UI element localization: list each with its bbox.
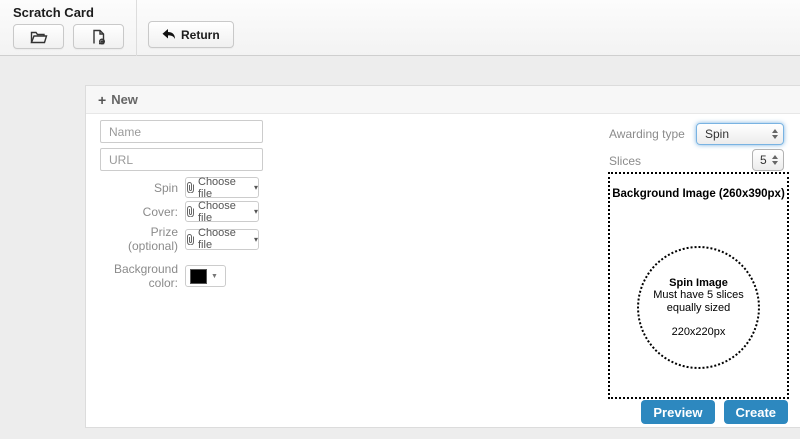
new-scratch-card-panel: + New Spin Choose file ▾: [85, 85, 800, 428]
paperclip-icon: [186, 206, 195, 217]
background-image-title: Background Image (260x390px): [610, 188, 787, 200]
action-buttons: Preview Create: [641, 400, 788, 424]
choose-file-label: Choose file: [198, 227, 251, 251]
preview-button[interactable]: Preview: [641, 400, 714, 424]
chevron-down-icon: ▾: [254, 183, 258, 192]
page-title: Scratch Card: [13, 5, 94, 20]
return-button-label: Return: [181, 28, 220, 42]
new-file-icon: [91, 29, 107, 45]
cover-choose-file-button[interactable]: Choose file ▾: [185, 201, 259, 222]
color-swatch: [190, 269, 207, 284]
select-stepper-icon: [772, 129, 778, 139]
slices-select[interactable]: 5: [752, 149, 784, 171]
background-color-label: Background color:: [100, 262, 185, 290]
chevron-down-icon: ▼: [211, 273, 218, 280]
toolbar: Scratch Card Return: [0, 0, 800, 56]
panel-header: + New: [86, 86, 800, 114]
spin-file-row: Spin Choose file ▾: [100, 177, 360, 198]
cover-file-row: Cover: Choose file ▾: [100, 201, 360, 222]
spin-image-size: 220x220px: [672, 326, 726, 338]
return-arrow-icon: [162, 29, 176, 41]
return-button[interactable]: Return: [148, 21, 234, 48]
spin-image-subtitle: Must have 5 slices equally sized: [644, 289, 754, 314]
choose-file-label: Choose file: [198, 176, 251, 200]
prize-file-label: Prize (optional): [100, 225, 185, 253]
awarding-type-value: Spin: [705, 127, 729, 141]
spin-image-dropzone[interactable]: Spin Image Must have 5 slices equally si…: [637, 246, 760, 369]
new-file-button[interactable]: [73, 24, 124, 49]
panel-body: Spin Choose file ▾ Cover:: [86, 114, 800, 427]
background-image-dropzone[interactable]: Background Image (260x390px) Spin Image …: [608, 172, 789, 399]
chevron-down-icon: ▾: [254, 235, 258, 244]
toolbar-divider: [136, 0, 137, 56]
background-color-row: Background color: ▼: [100, 262, 360, 290]
create-button[interactable]: Create: [724, 400, 788, 424]
prize-file-row: Prize (optional) Choose file ▾: [100, 225, 360, 253]
url-input[interactable]: [100, 148, 263, 171]
spin-image-title: Spin Image: [669, 277, 728, 289]
awarding-type-label: Awarding type: [609, 127, 685, 141]
plus-icon: +: [98, 92, 106, 108]
choose-file-label: Choose file: [198, 200, 251, 224]
slices-label: Slices: [609, 154, 641, 168]
slices-value: 5: [760, 153, 767, 167]
paperclip-icon: [186, 234, 195, 245]
file-rows: Spin Choose file ▾ Cover:: [100, 177, 360, 290]
cover-file-label: Cover:: [100, 205, 185, 219]
select-stepper-icon: [772, 155, 778, 165]
form-area: Spin Choose file ▾ Cover:: [100, 120, 360, 293]
name-input[interactable]: [100, 120, 263, 143]
spin-choose-file-button[interactable]: Choose file ▾: [185, 177, 259, 198]
open-folder-button[interactable]: [13, 24, 64, 49]
background-color-picker[interactable]: ▼: [185, 265, 226, 287]
paperclip-icon: [186, 182, 195, 193]
folder-icon: [30, 30, 48, 44]
awarding-type-select[interactable]: Spin: [696, 123, 784, 145]
panel-header-label: New: [111, 92, 138, 107]
chevron-down-icon: ▾: [254, 207, 258, 216]
spin-file-label: Spin: [100, 181, 185, 195]
prize-choose-file-button[interactable]: Choose file ▾: [185, 229, 259, 250]
